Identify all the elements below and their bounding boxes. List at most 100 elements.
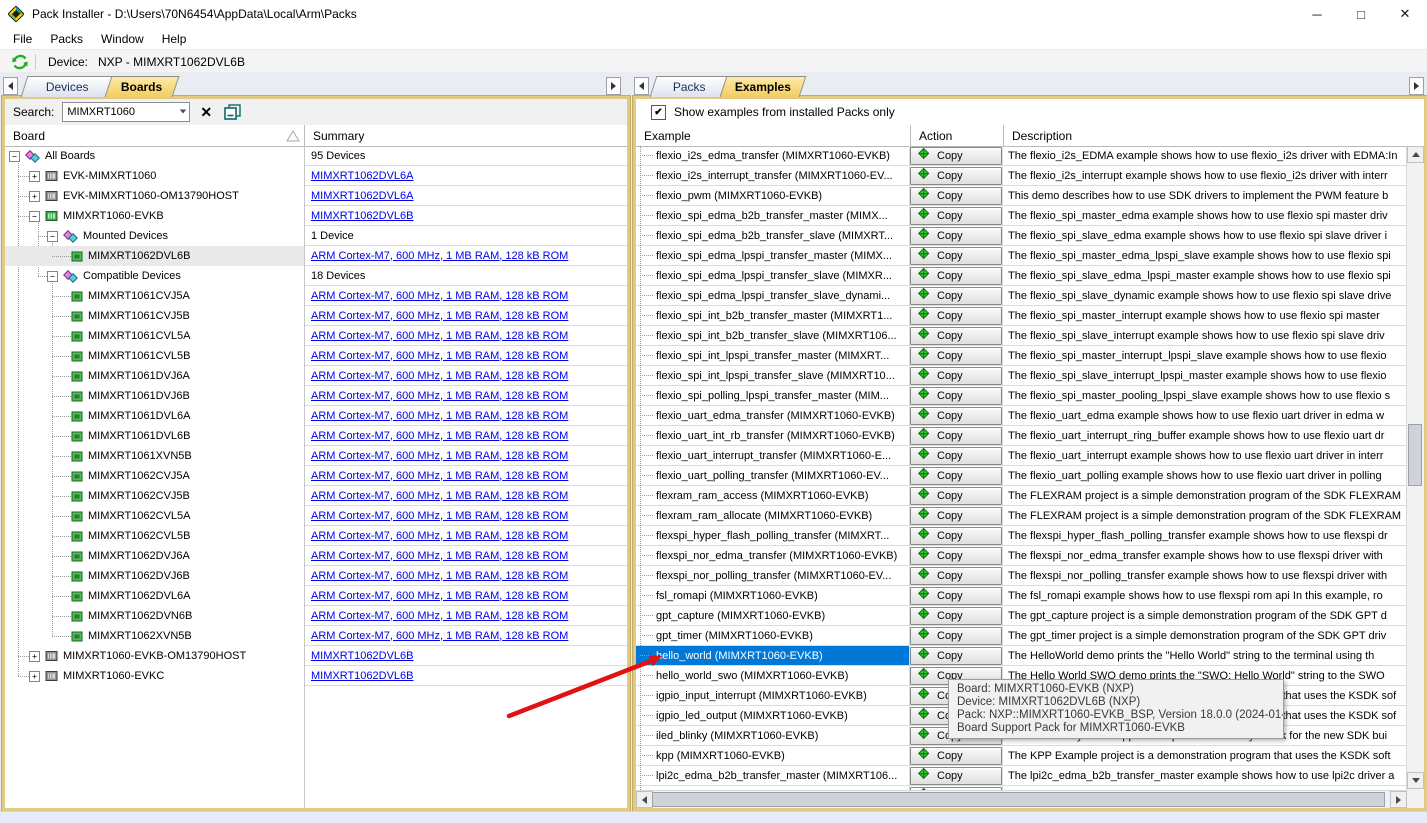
example-row[interactable]: flexio_uart_interrupt_transfer (MIMXRT10… [636, 446, 1406, 466]
example-row[interactable]: flexio_i2s_edma_transfer (MIMXRT1060-EVK… [636, 146, 1406, 166]
example-cell[interactable]: flexio_spi_edma_lpspi_transfer_master (M… [636, 246, 910, 265]
example-cell[interactable]: flexio_spi_int_lpspi_transfer_slave (MIM… [636, 366, 910, 385]
summary-link[interactable]: MIMXRT1062DVL6A [311, 190, 414, 202]
clear-search-icon[interactable]: ✕ [200, 105, 212, 119]
example-cell[interactable]: flexio_spi_int_lpspi_transfer_master (MI… [636, 346, 910, 365]
summary-link[interactable]: MIMXRT1062DVL6A [311, 170, 414, 182]
summary-link[interactable]: ARM Cortex-M7, 600 MHz, 1 MB RAM, 128 kB… [311, 510, 568, 522]
tab-scroll-left-icon[interactable] [3, 77, 18, 95]
scroll-right-icon[interactable] [1390, 791, 1407, 808]
menu-item-help[interactable]: Help [153, 30, 196, 48]
example-cell[interactable]: flexio_spi_edma_b2b_transfer_master (MIM… [636, 206, 910, 225]
copy-button[interactable]: Copy [910, 446, 1002, 465]
example-row[interactable]: flexio_uart_edma_transfer (MIMXRT1060-EV… [636, 406, 1406, 426]
copy-button[interactable]: Copy [910, 386, 1002, 405]
example-cell[interactable]: fsl_romapi (MIMXRT1060-EVKB) [636, 586, 910, 605]
example-cell[interactable]: lpi2c_edma_b2b_transfer_master (MIMXRT10… [636, 766, 910, 785]
copy-button[interactable]: Copy [910, 466, 1002, 485]
summary-link[interactable]: ARM Cortex-M7, 600 MHz, 1 MB RAM, 128 kB… [311, 530, 568, 542]
scroll-left-icon[interactable] [636, 791, 653, 808]
summary-link[interactable]: ARM Cortex-M7, 600 MHz, 1 MB RAM, 128 kB… [311, 290, 568, 302]
board-tree-row[interactable]: − Mounted Devices [5, 226, 304, 246]
board-tree-row[interactable]: MIMXRT1061CVJ5B [5, 306, 304, 326]
board-tree-row[interactable]: MIMXRT1062XVN5B [5, 626, 304, 646]
example-row[interactable]: flexram_ram_access (MIMXRT1060-EVKB) Copy… [636, 486, 1406, 506]
example-row[interactable]: flexio_spi_edma_lpspi_transfer_master (M… [636, 246, 1406, 266]
copy-button[interactable]: Copy [910, 146, 1002, 165]
board-tree-row[interactable]: MIMXRT1062CVJ5A [5, 466, 304, 486]
summary-link[interactable]: ARM Cortex-M7, 600 MHz, 1 MB RAM, 128 kB… [311, 610, 568, 622]
summary-link[interactable]: ARM Cortex-M7, 600 MHz, 1 MB RAM, 128 kB… [311, 330, 568, 342]
board-tree-row[interactable]: MIMXRT1061CVL5B [5, 346, 304, 366]
copy-button[interactable]: Copy [910, 226, 1002, 245]
expand-toggle-icon[interactable]: + [29, 650, 40, 662]
board-tree-row[interactable]: MIMXRT1062DVL6A [5, 586, 304, 606]
example-row[interactable]: hello_world (MIMXRT1060-EVKB) Copy The Hel… [636, 646, 1406, 666]
tab-scroll-right-icon[interactable] [1409, 77, 1424, 95]
description-column-header[interactable]: Description [1003, 125, 1424, 146]
example-row[interactable]: flexio_pwm (MIMXRT1060-EVKB) Copy This dem… [636, 186, 1406, 206]
copy-button[interactable]: Copy [910, 366, 1002, 385]
example-row[interactable]: gpt_timer (MIMXRT1060-EVKB) Copy The gpt_t… [636, 626, 1406, 646]
copy-button[interactable]: Copy [910, 566, 1002, 585]
board-tree-row[interactable]: + MIMXRT1060-EVKB-OM13790HOST [5, 646, 304, 666]
example-cell[interactable]: flexio_pwm (MIMXRT1060-EVKB) [636, 186, 910, 205]
copy-button[interactable]: Copy [910, 246, 1002, 265]
summary-link[interactable]: MIMXRT1062DVL6B [311, 650, 414, 662]
menu-item-window[interactable]: Window [92, 30, 153, 48]
scroll-up-icon[interactable] [1407, 146, 1424, 163]
example-cell[interactable]: flexio_spi_edma_b2b_transfer_slave (MIMX… [636, 226, 910, 245]
example-cell[interactable]: gpt_timer (MIMXRT1060-EVKB) [636, 626, 910, 645]
example-cell[interactable]: flexram_ram_access (MIMXRT1060-EVKB) [636, 486, 910, 505]
tab-scroll-left-icon[interactable] [634, 77, 649, 95]
board-tree-row[interactable]: MIMXRT1061DVJ6A [5, 366, 304, 386]
example-cell[interactable]: flexspi_hyper_flash_polling_transfer (MI… [636, 526, 910, 545]
copy-button[interactable]: Copy [910, 646, 1002, 665]
example-row[interactable]: flexspi_nor_polling_transfer (MIMXRT1060… [636, 566, 1406, 586]
tab-packs[interactable]: Packs [649, 76, 729, 97]
search-input[interactable]: MIMXRT1060 [62, 102, 191, 122]
tab-boards[interactable]: Boards [104, 76, 180, 97]
copy-button[interactable]: Copy [910, 526, 1002, 545]
collapse-all-icon[interactable] [224, 104, 241, 120]
example-row[interactable]: flexio_spi_polling_lpspi_transfer_master… [636, 386, 1406, 406]
copy-button[interactable]: Copy [910, 346, 1002, 365]
copy-button[interactable]: Copy [910, 186, 1002, 205]
copy-button[interactable]: Copy [910, 486, 1002, 505]
board-tree-row[interactable]: MIMXRT1061XVN5B [5, 446, 304, 466]
example-row[interactable]: flexio_spi_edma_b2b_transfer_slave (MIMX… [636, 226, 1406, 246]
board-tree-row[interactable]: + EVK-MIMXRT1060-OM13790HOST [5, 186, 304, 206]
summary-link[interactable]: ARM Cortex-M7, 600 MHz, 1 MB RAM, 128 kB… [311, 370, 568, 382]
example-row[interactable]: flexio_spi_int_lpspi_transfer_master (MI… [636, 346, 1406, 366]
tab-devices[interactable]: Devices [20, 76, 114, 97]
board-tree-row[interactable]: MIMXRT1061DVJ6B [5, 386, 304, 406]
example-row[interactable]: lpi2c_edma_b2b_transfer_master (MIMXRT10… [636, 766, 1406, 786]
refresh-icon[interactable] [9, 52, 31, 72]
copy-button[interactable]: Copy [910, 286, 1002, 305]
expand-toggle-icon[interactable]: + [29, 670, 40, 682]
example-row[interactable]: flexio_uart_int_rb_transfer (MIMXRT1060-… [636, 426, 1406, 446]
board-tree-row[interactable]: − All Boards [5, 146, 304, 166]
board-tree-row[interactable]: MIMXRT1062CVL5A [5, 506, 304, 526]
board-tree-row[interactable]: + MIMXRT1060-EVKC [5, 666, 304, 686]
summary-link[interactable]: MIMXRT1062DVL6B [311, 670, 414, 682]
copy-button[interactable]: Copy [910, 546, 1002, 565]
vertical-scroll-thumb[interactable] [1408, 424, 1422, 486]
copy-button[interactable]: Copy [910, 626, 1002, 645]
example-row[interactable]: flexspi_hyper_flash_polling_transfer (MI… [636, 526, 1406, 546]
example-cell[interactable]: flexio_spi_int_b2b_transfer_slave (MIMXR… [636, 326, 910, 345]
maximize-button[interactable]: □ [1339, 0, 1383, 28]
board-tree-row[interactable]: + EVK-MIMXRT1060 [5, 166, 304, 186]
example-cell[interactable]: flexio_i2s_interrupt_transfer (MIMXRT106… [636, 166, 910, 185]
summary-column-header[interactable]: Summary [304, 125, 627, 146]
example-cell[interactable]: flexio_spi_int_b2b_transfer_master (MIMX… [636, 306, 910, 325]
copy-button[interactable]: Copy [910, 746, 1002, 765]
combo-dropdown-icon[interactable] [180, 109, 187, 114]
summary-link[interactable]: ARM Cortex-M7, 600 MHz, 1 MB RAM, 128 kB… [311, 470, 568, 482]
example-cell[interactable]: flexio_uart_edma_transfer (MIMXRT1060-EV… [636, 406, 910, 425]
summary-link[interactable]: ARM Cortex-M7, 600 MHz, 1 MB RAM, 128 kB… [311, 310, 568, 322]
close-button[interactable]: ✕ [1383, 0, 1427, 28]
board-tree-row[interactable]: MIMXRT1062DVJ6A [5, 546, 304, 566]
summary-link[interactable]: ARM Cortex-M7, 600 MHz, 1 MB RAM, 128 kB… [311, 350, 568, 362]
summary-link[interactable]: ARM Cortex-M7, 600 MHz, 1 MB RAM, 128 kB… [311, 490, 568, 502]
